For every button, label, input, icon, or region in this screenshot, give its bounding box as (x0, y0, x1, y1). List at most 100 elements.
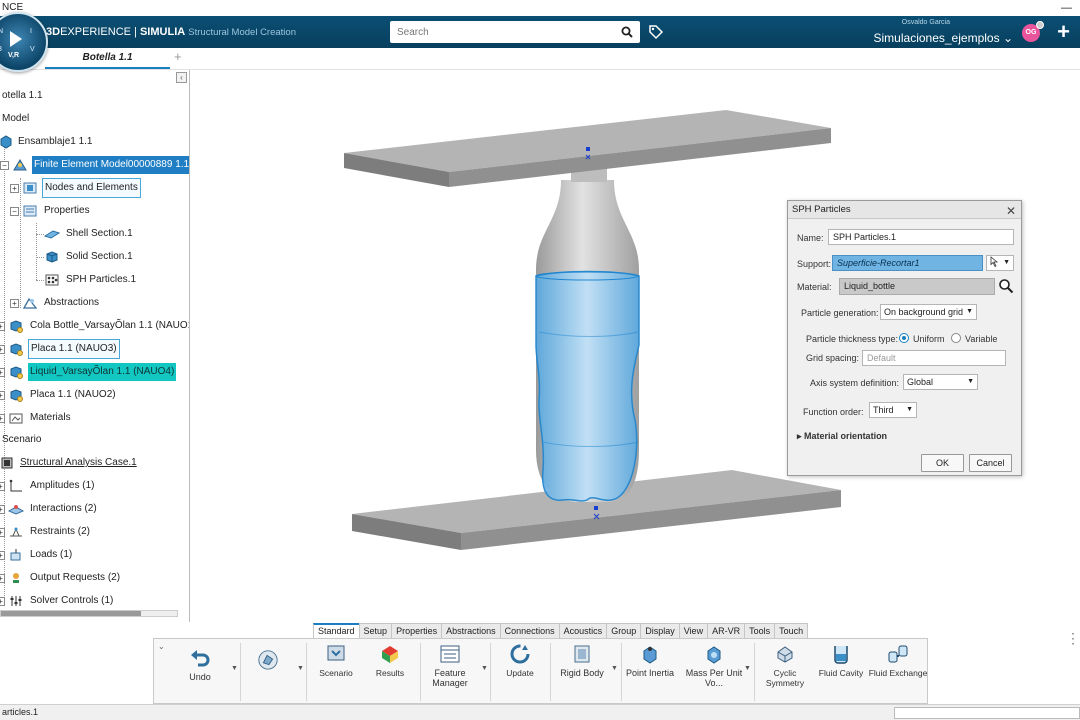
material-field[interactable]: Liquid_bottle (839, 278, 995, 295)
thickness-uniform-radio[interactable] (899, 333, 909, 343)
axis-system-select[interactable]: Global ▼ (903, 374, 978, 390)
results-button[interactable]: Results (360, 643, 420, 678)
tree-item-placa-2[interactable]: + Placa 1.1 (NAUO2) (0, 386, 118, 404)
tree-item-fem[interactable]: − Finite Element Model00000889 1.1 (0, 156, 190, 174)
expand-icon[interactable]: + (0, 573, 5, 583)
tree-item-restraints[interactable]: + Restraints (2) (0, 523, 92, 541)
ribbon-tab-standard[interactable]: Standard (313, 623, 360, 639)
tab-botella[interactable]: Botella 1.1 (45, 48, 170, 69)
generation-select[interactable]: On background grid ▼ (880, 304, 977, 320)
ribbon-tab-connections[interactable]: Connections (499, 623, 560, 639)
measure-dropdown-icon[interactable]: ▼ (297, 665, 304, 672)
mass-per-unit-volume-button[interactable]: Mass Per Unit Vo... (684, 643, 744, 688)
tree-item-model[interactable]: Model (0, 110, 31, 128)
tree-item-solid-section[interactable]: Solid Section.1 (44, 248, 135, 266)
measure-button[interactable] (238, 649, 298, 674)
cancel-button[interactable]: Cancel (969, 454, 1012, 472)
tree-horizontal-scrollbar[interactable] (0, 610, 178, 617)
tree-item-interactions[interactable]: + Interactions (2) (0, 500, 99, 518)
cyclic-symmetry-button[interactable]: Cyclic Symmetry (755, 643, 815, 688)
support-field[interactable]: Superficie-Recortar1 (832, 255, 983, 271)
magnifier-icon[interactable] (998, 278, 1014, 294)
ribbon-tab-display[interactable]: Display (640, 623, 680, 639)
liquid-region[interactable] (535, 270, 640, 502)
mass-dropdown-icon[interactable]: ▼ (744, 665, 751, 672)
tree-item-properties[interactable]: − Properties (10, 202, 92, 220)
ribbon-tab-tools[interactable]: Tools (744, 623, 776, 639)
undo-dropdown-icon[interactable]: ▼ (231, 665, 238, 672)
tree-splitter[interactable] (189, 70, 190, 622)
tree-item-analysis-case[interactable]: Structural Analysis Case.1 (0, 454, 139, 472)
tree-item-sph-particles[interactable]: SPH Particles.1 (44, 271, 138, 289)
expand-icon[interactable]: + (0, 596, 5, 606)
fluid-cavity-button[interactable]: Fluid Cavity (811, 643, 871, 678)
support-select-button[interactable]: ▼ (986, 255, 1014, 271)
ok-button[interactable]: OK (921, 454, 964, 472)
tree-item-scenario[interactable]: Scenario (0, 431, 43, 449)
point-inertia-button[interactable]: Point Inertia (620, 643, 680, 678)
add-tab-icon[interactable]: + (174, 49, 182, 64)
minimize-button[interactable]: — (1061, 0, 1072, 16)
tree-item-root[interactable]: otella 1.1 (0, 87, 45, 105)
tree-item-nodes-elements[interactable]: + Nodes and Elements (10, 178, 141, 198)
collapse-icon[interactable]: − (10, 206, 19, 216)
rigid-body-dropdown-icon[interactable]: ▼ (611, 665, 618, 672)
expand-icon[interactable]: + (0, 413, 5, 423)
update-button[interactable]: Update (490, 643, 550, 678)
chevron-down-icon[interactable]: ⌄ (158, 642, 165, 651)
expand-icon[interactable]: + (10, 183, 19, 193)
expand-icon[interactable]: + (10, 298, 19, 308)
ribbon-tab-setup[interactable]: Setup (358, 623, 393, 639)
search-input[interactable] (390, 21, 610, 43)
expand-icon[interactable]: + (0, 504, 5, 514)
ribbon-tab-abstractions[interactable]: Abstractions (441, 623, 501, 639)
command-input[interactable] (894, 707, 1080, 719)
material-orientation-toggle[interactable]: ▸ Material orientation (797, 431, 887, 442)
thickness-variable-radio[interactable] (951, 333, 961, 343)
tree-item-ensamblaje[interactable]: Ensamblaje1 1.1 (0, 133, 95, 151)
function-order-select[interactable]: Third ▼ (869, 402, 917, 418)
tree-item-materials[interactable]: + Materials (0, 409, 73, 427)
expand-icon[interactable]: + (0, 390, 5, 400)
tree-item-solver-controls[interactable]: + Solver Controls (1) (0, 592, 115, 610)
expand-icon[interactable]: + (0, 550, 5, 560)
scrollbar-thumb[interactable] (1, 611, 141, 616)
tree-item-placa-3[interactable]: + Placa 1.1 (NAUO3) (0, 339, 120, 359)
tree-item-output-requests[interactable]: + Output Requests (2) (0, 569, 122, 587)
close-icon[interactable]: ✕ (1006, 202, 1016, 220)
expand-icon[interactable]: + (0, 321, 5, 331)
ribbon-tab-ar-vr[interactable]: AR-VR (707, 623, 746, 639)
ribbon-tab-acoustics[interactable]: Acoustics (558, 623, 608, 639)
tree-item-loads[interactable]: + Loads (1) (0, 546, 74, 564)
tree-collapse-button[interactable]: ‹ (176, 72, 187, 83)
tree-item-abstractions[interactable]: + Abstractions (10, 294, 101, 312)
ribbon-tab-group[interactable]: Group (606, 623, 642, 639)
tree-item-liquid[interactable]: + Liquid_VarsayÕlan 1.1 (NAUO4) (0, 363, 177, 381)
collab-space-selector[interactable]: Simulaciones_ejemplos ⌄ (874, 31, 1013, 45)
search-box[interactable] (390, 21, 640, 43)
collapse-icon[interactable]: − (0, 160, 9, 170)
feature-manager-button[interactable]: Feature Manager (420, 643, 480, 688)
undo-button[interactable]: Undo (170, 647, 230, 682)
search-icon[interactable] (621, 26, 633, 38)
expand-icon[interactable]: + (0, 527, 5, 537)
plus-icon[interactable]: + (1057, 19, 1070, 45)
ribbon-tab-touch[interactable]: Touch (774, 623, 809, 639)
expand-icon[interactable]: + (0, 344, 5, 354)
feature-manager-dropdown-icon[interactable]: ▼ (481, 665, 488, 672)
tag-icon[interactable] (648, 24, 664, 40)
dialog-titlebar[interactable]: SPH Particles ✕ (788, 201, 1021, 219)
rigid-body-button[interactable]: Rigid Body (552, 643, 612, 678)
name-field[interactable]: SPH Particles.1 (828, 229, 1014, 245)
tree-item-cola-bottle[interactable]: + Cola Bottle_VarsayÕlan 1.1 (NAUO1 (0, 317, 190, 335)
grid-spacing-field[interactable]: Default (862, 350, 1006, 366)
viewport-edge-handle[interactable]: ⋮ (1066, 630, 1080, 647)
tree-item-amplitudes[interactable]: + Amplitudes (1) (0, 477, 96, 495)
ribbon-tab-properties[interactable]: Properties (391, 623, 443, 639)
expand-icon[interactable]: + (0, 481, 5, 491)
avatar[interactable]: OG (1022, 21, 1044, 42)
fluid-exchange-button[interactable]: Fluid Exchange (868, 643, 928, 678)
tree-item-shell-section[interactable]: Shell Section.1 (44, 225, 135, 243)
expand-icon[interactable]: + (0, 367, 5, 377)
ribbon-tab-view[interactable]: View (678, 623, 709, 639)
